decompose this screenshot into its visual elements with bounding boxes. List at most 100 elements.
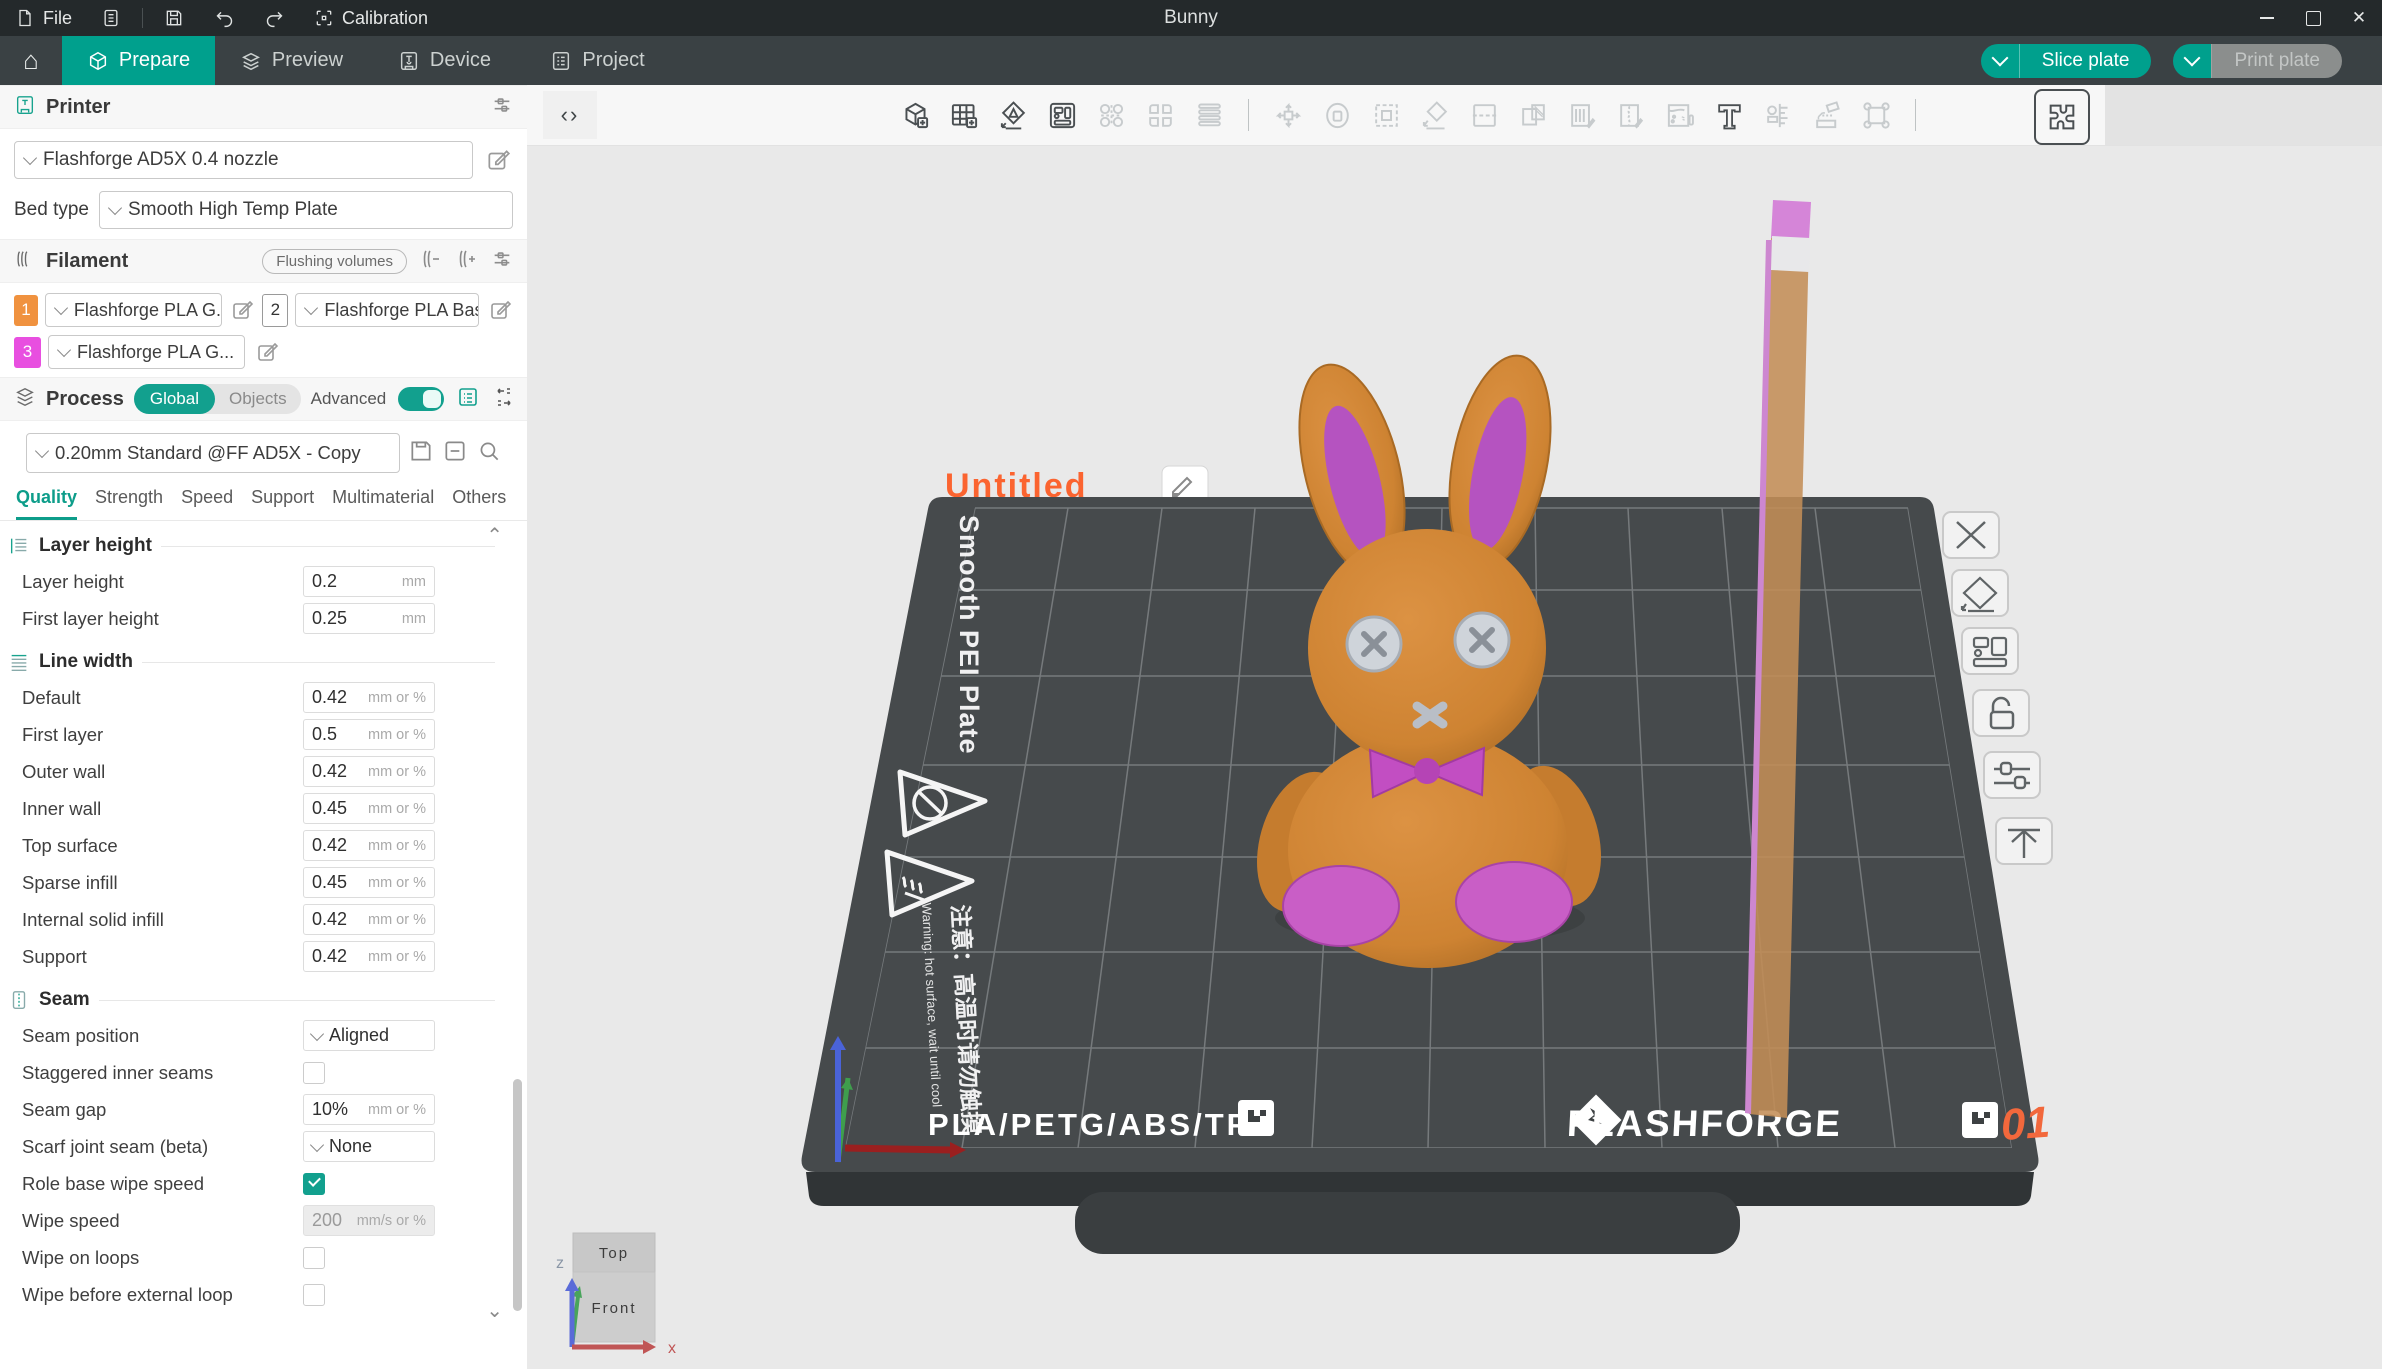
bed-type-select[interactable]: Smooth High Temp Plate	[99, 191, 513, 229]
process-preset-select[interactable]: 0.20mm Standard @FF AD5X - Copy	[26, 433, 400, 473]
global-objects-toggle[interactable]: Global Objects	[134, 384, 301, 414]
plate-type-button[interactable]	[2034, 89, 2090, 145]
filament-1-select[interactable]: Flashforge PLA G...	[45, 293, 222, 327]
home-button[interactable]: ⌂	[0, 36, 62, 85]
assembly-button[interactable]	[1809, 97, 1845, 133]
line-width-sparse-infill-input[interactable]: 0.45mm or %	[303, 867, 435, 898]
seam-paint-button[interactable]	[1613, 97, 1649, 133]
line-width-first-layer-input[interactable]: 0.5mm or %	[303, 719, 435, 750]
move-plate-up-button[interactable]	[1996, 818, 2052, 864]
line-width-outer-wall-input[interactable]: 0.42mm or %	[303, 756, 435, 787]
edit-filament-2-button[interactable]	[486, 295, 513, 325]
bounding-box-button[interactable]	[1858, 97, 1894, 133]
printer-preset-select[interactable]: Flashforge AD5X 0.4 nozzle	[14, 141, 473, 179]
text-tool-button[interactable]	[1711, 97, 1747, 133]
lock-plate-button[interactable]	[1973, 690, 2029, 736]
print-dropdown-chevron[interactable]	[2173, 44, 2211, 78]
redo-button[interactable]	[249, 0, 299, 36]
minimize-button[interactable]	[2244, 0, 2290, 36]
orientation-navigator[interactable]: Top Front z x	[556, 1233, 676, 1357]
segment-global[interactable]: Global	[134, 384, 215, 414]
wipe-on-loops-checkbox[interactable]	[303, 1247, 325, 1269]
add-plate-button[interactable]	[946, 97, 982, 133]
layer-height-input[interactable]: 0.2mm	[303, 566, 435, 597]
edit-filament-3-button[interactable]	[252, 337, 282, 367]
calibration-menu[interactable]: Calibration	[299, 0, 442, 36]
save-button[interactable]	[149, 0, 199, 36]
remove-preset-icon[interactable]	[442, 438, 468, 469]
edit-printer-button[interactable]	[483, 145, 513, 175]
arrange-plate-button[interactable]	[1962, 628, 2018, 674]
tab-project[interactable]: Project	[521, 36, 674, 85]
scrollbar-thumb[interactable]	[513, 1079, 522, 1311]
staggered-inner-seams-checkbox[interactable]	[303, 1062, 325, 1084]
tab-quality[interactable]: Quality	[16, 487, 77, 520]
tab-strength[interactable]: Strength	[95, 487, 163, 520]
filament-3-swatch[interactable]: 3	[14, 337, 41, 368]
role-base-wipe-speed-checkbox[interactable]	[303, 1173, 325, 1195]
line-width-top-surface-input[interactable]: 0.42mm or %	[303, 830, 435, 861]
line-width-support-input[interactable]: 0.42mm or %	[303, 941, 435, 972]
delete-plate-button[interactable]	[1943, 512, 1999, 558]
filament-2-swatch[interactable]: 2	[262, 294, 288, 327]
color-paint-button[interactable]	[1662, 97, 1698, 133]
auto-orient-button[interactable]	[995, 97, 1031, 133]
scarf-joint-seam-select[interactable]: None	[303, 1131, 435, 1162]
filament-3-select[interactable]: Flashforge PLA G...	[48, 335, 245, 369]
scroll-down-caret[interactable]: ⌄	[486, 1298, 503, 1323]
add-object-button[interactable]	[897, 97, 933, 133]
lay-on-face-button[interactable]	[1417, 97, 1453, 133]
slice-plate-button[interactable]: Slice plate	[1981, 44, 2152, 78]
split-parts-button[interactable]	[1142, 97, 1178, 133]
first-layer-height-input[interactable]: 0.25mm	[303, 603, 435, 634]
tab-others[interactable]: Others	[452, 487, 506, 520]
tab-device[interactable]: Device	[368, 36, 521, 85]
support-paint-button[interactable]	[1564, 97, 1600, 133]
compare-presets-icon[interactable]	[492, 385, 516, 414]
flushing-volumes-button[interactable]: Flushing volumes	[262, 249, 407, 274]
search-preset-icon[interactable]	[476, 438, 502, 469]
add-filament-icon[interactable]	[455, 247, 479, 276]
tab-support[interactable]: Support	[251, 487, 314, 520]
tab-speed[interactable]: Speed	[181, 487, 233, 520]
remove-filament-icon[interactable]	[419, 247, 443, 276]
slice-dropdown-chevron[interactable]	[1981, 44, 2019, 78]
3d-viewport[interactable]: ‹›	[527, 85, 2382, 1369]
save-preset-icon[interactable]	[408, 438, 434, 469]
filament-2-select[interactable]: Flashforge PLA Basic	[295, 293, 479, 327]
parameter-scroll-area[interactable]: Layer height Layer height 0.2mm First la…	[0, 521, 527, 1325]
split-objects-button[interactable]	[1093, 97, 1129, 133]
build-plate-scene[interactable]: Untitled Smooth PEI Plate	[527, 85, 2382, 1369]
filament-1-swatch[interactable]: 1	[14, 295, 38, 326]
file-menu[interactable]: File	[0, 0, 86, 36]
close-button[interactable]: ✕	[2336, 0, 2382, 36]
undo-button[interactable]	[199, 0, 249, 36]
scroll-up-caret[interactable]: ⌃	[486, 523, 503, 548]
collapse-sidebar-button[interactable]: ‹›	[543, 91, 597, 139]
wipe-before-external-loop-checkbox[interactable]	[303, 1284, 325, 1306]
advanced-toggle[interactable]	[398, 387, 444, 411]
segment-objects[interactable]: Objects	[215, 389, 301, 409]
edit-filament-1-button[interactable]	[229, 295, 256, 325]
plate-settings-button[interactable]	[1984, 752, 2040, 798]
print-plate-button[interactable]: Print plate	[2173, 44, 2342, 78]
mirror-button[interactable]	[1515, 97, 1551, 133]
notes-button[interactable]	[86, 0, 136, 36]
rotate-button[interactable]	[1319, 97, 1355, 133]
tab-multimaterial[interactable]: Multimaterial	[332, 487, 434, 520]
line-width-internal-solid-input[interactable]: 0.42mm or %	[303, 904, 435, 935]
seam-gap-input[interactable]: 10%mm or %	[303, 1094, 435, 1125]
wipe-speed-input[interactable]: 200mm/s or %	[303, 1205, 435, 1236]
line-width-default-input[interactable]: 0.42mm or %	[303, 682, 435, 713]
maximize-button[interactable]	[2290, 0, 2336, 36]
arrange-button[interactable]	[1044, 97, 1080, 133]
move-button[interactable]	[1270, 97, 1306, 133]
orient-plate-button[interactable]	[1952, 570, 2008, 616]
line-width-inner-wall-input[interactable]: 0.45mm or %	[303, 793, 435, 824]
tab-prepare[interactable]: Prepare	[62, 36, 215, 85]
printer-settings-icon[interactable]	[491, 94, 513, 121]
parameter-list-icon[interactable]	[456, 385, 480, 414]
variable-layer-button[interactable]	[1191, 97, 1227, 133]
measure-button[interactable]	[1760, 97, 1796, 133]
filament-settings-icon[interactable]	[491, 248, 513, 275]
